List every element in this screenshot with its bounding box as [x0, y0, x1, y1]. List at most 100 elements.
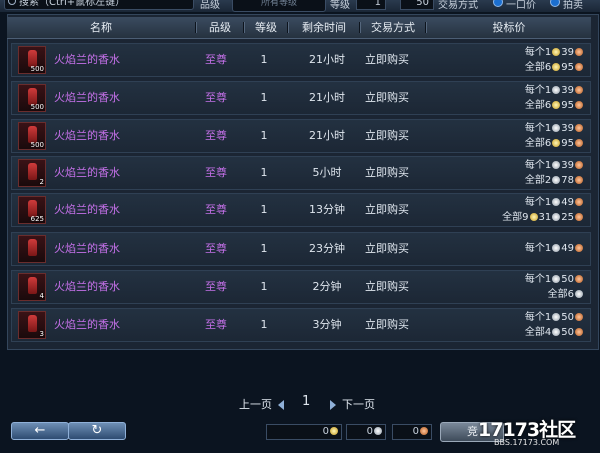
search-input[interactable]: 搜索（Ctrl+鼠标左键）	[4, 0, 194, 10]
trade-type: 立即购买	[365, 53, 409, 66]
perfume-item-icon: 4	[18, 273, 46, 301]
prev-page-arrow-icon[interactable]	[278, 400, 284, 410]
item-level: 1	[260, 203, 268, 216]
silver-coin-icon	[552, 275, 561, 283]
item-grade: 至尊	[205, 280, 227, 293]
next-page-arrow-icon[interactable]	[330, 400, 336, 410]
stack-count: 4	[39, 292, 44, 300]
col-name[interactable]: 名称	[7, 17, 195, 38]
radio-auction[interactable]	[550, 0, 560, 7]
time-remaining: 23分钟	[309, 242, 345, 255]
item-grade: 至尊	[205, 242, 227, 255]
gold-coin-icon	[552, 48, 561, 56]
table-row[interactable]: 500 火焰兰的香水 至尊 1 21小时 立即购买 每个1 39 全部6 95	[11, 43, 591, 77]
total-price: 全部2 78	[525, 174, 584, 188]
item-name: 火焰兰的香水	[54, 280, 120, 293]
copper-coin-icon	[575, 213, 583, 221]
stack-count: 500	[30, 103, 44, 111]
total-price: 全部4 50	[525, 326, 584, 340]
time-remaining: 13分钟	[309, 203, 345, 216]
table-row[interactable]: 2 火焰兰的香水 至尊 1 5小时 立即购买 每个1 39 全部2 78	[11, 156, 591, 190]
next-page-link[interactable]: 下一页	[342, 396, 375, 412]
unit-price: 每个1 50	[525, 311, 584, 325]
time-remaining: 3分钟	[312, 318, 342, 331]
silver-coin-icon	[552, 213, 561, 221]
table-row[interactable]: 500 火焰兰的香水 至尊 1 21小时 立即购买 每个1 39 全部6 95	[11, 81, 591, 115]
item-level: 1	[260, 242, 268, 255]
table-row[interactable]: 625 火焰兰的香水 至尊 1 13分钟 立即购买 每个1 49 全部9 31 25	[11, 193, 591, 227]
page-number: 1	[302, 394, 311, 409]
radio-auction-label: 拍卖	[563, 0, 583, 11]
silver-coin-icon	[552, 328, 561, 336]
level-max-input[interactable]: 50	[400, 0, 434, 10]
perfume-item-icon: 500	[18, 84, 46, 112]
table-row[interactable]: 火焰兰的香水 至尊 1 23分钟 立即购买 每个1 49	[11, 232, 591, 266]
unit-price: 每个1 50	[525, 273, 584, 287]
trade-type: 立即购买	[365, 280, 409, 293]
col-time[interactable]: 剩余时间	[289, 17, 359, 38]
perfume-item-icon: 2	[18, 159, 46, 187]
silver-coin-icon	[552, 313, 561, 321]
level-filter-label: 等级	[330, 0, 350, 11]
time-remaining: 21小时	[309, 91, 345, 104]
time-remaining: 21小时	[309, 129, 345, 142]
unit-price: 每个1 39	[525, 84, 584, 98]
perfume-item-icon	[18, 235, 46, 263]
time-remaining: 21小时	[309, 53, 345, 66]
copper-coin-icon	[575, 139, 583, 147]
item-level: 1	[260, 318, 268, 331]
item-name: 火焰兰的香水	[54, 129, 120, 142]
copper-coin-icon	[575, 313, 583, 321]
unit-price: 每个1 39	[525, 122, 584, 136]
unit-price: 每个1 39	[525, 159, 584, 173]
item-level: 1	[260, 129, 268, 142]
stack-count: 500	[30, 65, 44, 73]
trade-filter-label: 交易方式	[438, 0, 478, 11]
stack-count: 500	[30, 141, 44, 149]
stack-count: 2	[39, 178, 44, 186]
copper-coin-icon	[575, 176, 583, 184]
copper-coin-icon	[575, 101, 583, 109]
item-level: 1	[260, 166, 268, 179]
col-bid[interactable]: 投标价	[427, 17, 591, 38]
silver-coin-icon	[552, 198, 561, 206]
table-row[interactable]: 500 火焰兰的香水 至尊 1 21小时 立即购买 每个1 39 全部6 95	[11, 119, 591, 153]
trade-type: 立即购买	[365, 203, 409, 216]
table-row[interactable]: 4 火焰兰的香水 至尊 1 2分钟 立即购买 每个1 50 全部6	[11, 270, 591, 304]
item-level: 1	[260, 280, 268, 293]
gold-coin-icon	[529, 213, 538, 221]
total-price: 全部6	[548, 288, 584, 302]
col-grade[interactable]: 品级	[197, 17, 243, 38]
silver-coin-icon	[552, 176, 561, 184]
item-level: 1	[260, 91, 268, 104]
money-silver-field[interactable]: 0	[346, 424, 386, 440]
table-row[interactable]: 3 火焰兰的香水 至尊 1 3分钟 立即购买 每个1 50 全部4 50	[11, 308, 591, 342]
silver-coin-icon	[575, 290, 583, 298]
trade-type: 立即购买	[365, 91, 409, 104]
radio-fixed-price-label: 一口价	[506, 0, 536, 11]
col-level[interactable]: 等级	[245, 17, 287, 38]
back-button[interactable]: ←	[11, 422, 69, 440]
radio-fixed-price[interactable]	[493, 0, 503, 7]
total-price: 全部9 31 25	[502, 211, 584, 225]
site-watermark: 17173社区 BBS.17173.COM	[474, 414, 598, 450]
time-remaining: 2分钟	[312, 280, 342, 293]
arrow-left-icon: ←	[34, 423, 46, 438]
refresh-icon: ↻	[91, 423, 103, 438]
col-trade[interactable]: 交易方式	[361, 17, 425, 38]
money-copper-field[interactable]: 0	[392, 424, 432, 440]
copper-coin-icon	[575, 124, 583, 132]
item-grade: 至尊	[205, 129, 227, 142]
refresh-button[interactable]: ↻	[68, 422, 126, 440]
prev-page-link[interactable]: 上一页	[239, 396, 272, 412]
grade-select[interactable]: 所有等级	[232, 0, 326, 12]
gold-coin-icon	[552, 139, 561, 147]
level-min-input[interactable]: 1	[356, 0, 386, 10]
filter-bar: 搜索（Ctrl+鼠标左键） 品级 所有等级 等级 1 50 交易方式 一口价 拍…	[0, 0, 600, 12]
perfume-item-icon: 625	[18, 196, 46, 224]
gold-coin-icon	[330, 427, 338, 435]
money-gold-field[interactable]: 0	[266, 424, 342, 440]
item-grade: 至尊	[205, 91, 227, 104]
trade-type: 立即购买	[365, 166, 409, 179]
search-icon	[8, 0, 16, 5]
